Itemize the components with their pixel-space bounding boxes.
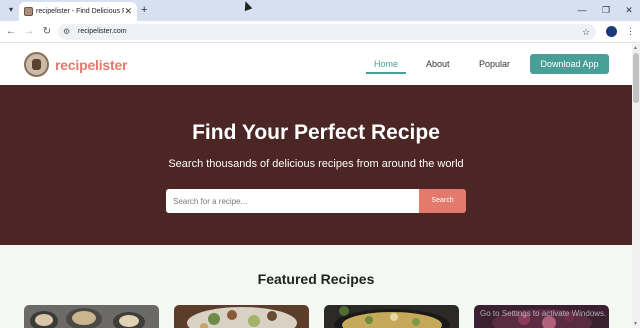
food-photo-icon bbox=[324, 305, 459, 328]
minimize-icon[interactable]: — bbox=[575, 3, 589, 17]
page-scrollbar[interactable]: ▲ ▼ bbox=[632, 44, 640, 328]
hero-section: Find Your Perfect Recipe Search thousand… bbox=[0, 85, 632, 245]
hero-title: Find Your Perfect Recipe bbox=[192, 121, 440, 144]
activate-windows-watermark: Go to Settings to activate Windows. bbox=[480, 309, 607, 318]
bookmark-star-icon[interactable]: ☆ bbox=[582, 25, 590, 39]
tab-search-icon[interactable]: ▾ bbox=[4, 3, 18, 17]
hero-subtitle: Search thousands of delicious recipes fr… bbox=[168, 158, 464, 170]
close-tab-icon[interactable]: ✕ bbox=[124, 5, 132, 17]
address-bar[interactable]: ⚙ recipelister.com bbox=[58, 24, 596, 40]
active-nav-indicator bbox=[366, 72, 406, 74]
food-photo-icon bbox=[174, 305, 309, 328]
recipe-search-input[interactable] bbox=[166, 189, 419, 213]
restore-icon[interactable]: ❐ bbox=[599, 3, 613, 17]
nav-home[interactable]: Home bbox=[374, 59, 398, 70]
logo-icon[interactable] bbox=[24, 52, 49, 77]
browser-toolbar: ← → ↻ ⚙ recipelister.com ☆ ⋮ bbox=[0, 21, 640, 43]
reload-icon[interactable]: ↻ bbox=[40, 25, 54, 39]
new-tab-icon[interactable]: + bbox=[141, 3, 147, 17]
scroll-thumb[interactable] bbox=[633, 53, 639, 103]
window-close-icon[interactable]: ✕ bbox=[622, 3, 636, 17]
profile-avatar-icon[interactable] bbox=[606, 26, 617, 37]
brand-name[interactable]: recipelister bbox=[55, 57, 128, 73]
forward-icon[interactable]: → bbox=[22, 25, 36, 39]
nav-about[interactable]: About bbox=[426, 59, 450, 70]
recipe-card[interactable] bbox=[174, 305, 309, 328]
browser-tab-bar: ▾ recipelister - Find Delicious Re ✕ + —… bbox=[0, 0, 640, 21]
url-text[interactable]: recipelister.com bbox=[78, 26, 127, 38]
recipe-card[interactable] bbox=[324, 305, 459, 328]
favicon-icon bbox=[24, 7, 33, 16]
food-photo-icon bbox=[24, 305, 159, 328]
tab-title: recipelister - Find Delicious Re bbox=[36, 8, 124, 15]
download-app-button[interactable]: Download App bbox=[530, 54, 609, 74]
nav-popular[interactable]: Popular bbox=[479, 59, 510, 70]
featured-title: Featured Recipes bbox=[257, 271, 375, 287]
back-icon[interactable]: ← bbox=[4, 25, 18, 39]
site-header: recipelister Home About Popular Download… bbox=[0, 44, 632, 85]
site-info-icon[interactable]: ⚙ bbox=[63, 26, 70, 38]
scroll-down-icon[interactable]: ▼ bbox=[633, 321, 638, 327]
chef-icon bbox=[32, 59, 41, 70]
search-button[interactable]: Search bbox=[419, 189, 466, 213]
scroll-up-icon[interactable]: ▲ bbox=[633, 45, 638, 51]
browser-menu-icon[interactable]: ⋮ bbox=[626, 24, 635, 38]
recipe-card[interactable] bbox=[24, 305, 159, 328]
browser-tab[interactable]: recipelister - Find Delicious Re ✕ bbox=[19, 2, 137, 21]
